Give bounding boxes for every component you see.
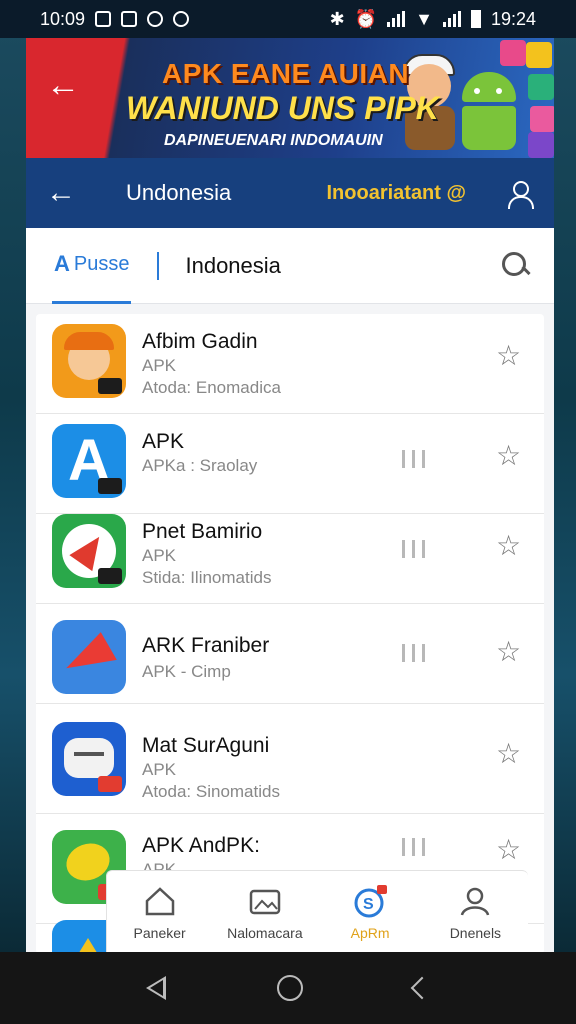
- signal-icon-2: [442, 11, 461, 27]
- app-name: Pnet Bamirio: [142, 520, 263, 543]
- chat-bot-icon: [52, 722, 126, 796]
- recents-chevron-icon[interactable]: [410, 976, 434, 1000]
- status-time-right: 19:24: [490, 8, 536, 29]
- app-detail: Atoda: Enomadica: [142, 378, 281, 397]
- decorative-tiles: [434, 38, 554, 158]
- signal-bars-icon: [402, 644, 425, 662]
- signal-bars-icon: [402, 838, 425, 856]
- list-item[interactable]: Mat SurAguni APK Atoda: Sinomatids ☆: [36, 704, 544, 814]
- search-icon[interactable]: [500, 250, 532, 282]
- nav-label: Dnenels: [449, 925, 502, 941]
- home-icon: [145, 887, 174, 916]
- app-type: APK: [142, 546, 177, 565]
- app-list: Afbim Gadin APK Atoda: Enomadica ☆ A APK…: [36, 314, 544, 954]
- divider: [157, 251, 160, 280]
- app-name: Afbim Gadin: [142, 330, 258, 353]
- star-icon[interactable]: ☆: [496, 342, 521, 370]
- app-badge: [98, 478, 122, 494]
- star-icon[interactable]: ☆: [496, 638, 521, 666]
- media-icon: [147, 11, 164, 27]
- star-icon[interactable]: ☆: [496, 836, 521, 864]
- header-tag[interactable]: Inooariatant @: [326, 182, 466, 205]
- app-logo-icon: A: [54, 251, 70, 276]
- paper-plane-icon: [52, 620, 126, 694]
- status-time-left: 10:09: [40, 8, 86, 29]
- app-name: APK AndPK:: [142, 834, 260, 857]
- list-item[interactable]: A APK APKa : Sraolay ☆: [36, 414, 544, 514]
- bluetooth-icon: ✱: [329, 8, 345, 29]
- signal-icon: [387, 11, 406, 27]
- search-bar: A Pusse: [26, 228, 554, 304]
- app-type: APK - Cimp: [142, 662, 231, 681]
- banner-line-3: DAPINEUENARI INDOMAUIN: [164, 132, 383, 149]
- nav-item-gallery[interactable]: Nalomacara: [212, 871, 317, 952]
- gallery-icon: [249, 889, 281, 915]
- nav-item-profile[interactable]: Dnenels: [423, 871, 528, 952]
- app-badge: [98, 776, 122, 792]
- app-badge: [98, 378, 122, 394]
- signal-bars-icon: [402, 450, 425, 468]
- letter-a-icon: A: [52, 424, 126, 498]
- apk-store-icon: S: [354, 885, 388, 918]
- back-arrow-icon[interactable]: ←: [46, 176, 96, 210]
- banner-line-1: APK EANE AUIAN: [162, 58, 410, 89]
- banner-line-2: WANIUND UNS PIPK: [126, 90, 439, 126]
- bottom-nav: Paneker Nalomacara S ApRm Dnenels: [106, 870, 528, 952]
- app-detail: Atoda: Sinomatids: [142, 782, 280, 801]
- list-item[interactable]: Afbim Gadin APK Atoda: Enomadica ☆: [36, 314, 544, 414]
- app-type: APK: [142, 356, 177, 375]
- app-notification-icon: [173, 11, 190, 27]
- home-circle-icon[interactable]: [276, 975, 303, 1001]
- app-detail: Stida: Ilinomatids: [142, 568, 272, 587]
- signal-bars-icon: [402, 540, 425, 558]
- app-name: Mat SurAguni: [142, 734, 270, 757]
- app-name: APK: [142, 430, 185, 453]
- alarm-icon: ⏰: [354, 8, 378, 29]
- battery-icon: [470, 10, 481, 28]
- status-left: 10:09: [40, 8, 190, 30]
- nav-label: Paneker: [133, 925, 186, 941]
- promo-banner[interactable]: ← APK EANE AUIAN WANIUND UNS PIPK DAPINE…: [26, 38, 554, 158]
- app-type: APK: [142, 760, 177, 779]
- notification-icon: [95, 11, 112, 27]
- status-right: ✱ ⏰ ▼ 19:24: [330, 9, 536, 30]
- back-arrow-icon[interactable]: ←: [46, 68, 80, 102]
- profile-icon: [461, 887, 490, 916]
- system-nav-bar: [0, 952, 576, 1024]
- background-left: [0, 30, 28, 952]
- user-icon[interactable]: [506, 179, 534, 209]
- star-icon[interactable]: ☆: [496, 442, 521, 470]
- compass-icon: [52, 514, 126, 588]
- main-content: A Pusse Afbim Gadin APK Atoda: Enomadica…: [26, 228, 554, 954]
- wifi-icon: ▼: [415, 8, 433, 29]
- back-icon[interactable]: [145, 976, 166, 1000]
- cartoon-kid-icon: [52, 324, 126, 398]
- svg-text:S: S: [363, 896, 374, 913]
- search-tab[interactable]: A Pusse: [52, 228, 132, 304]
- calendar-icon: [121, 11, 138, 27]
- list-item[interactable]: ARK Franiber APK - Cimp ☆: [36, 604, 544, 704]
- app-type: APKa : Sraolay: [142, 456, 258, 475]
- nav-item-home[interactable]: Paneker: [107, 871, 212, 952]
- app-header: ← Undonesia Inooariatant @: [26, 158, 554, 228]
- star-icon[interactable]: ☆: [496, 532, 521, 560]
- header-title: Undonesia: [126, 180, 232, 205]
- status-bar: 10:09 ✱ ⏰ ▼ 19:24: [0, 0, 576, 38]
- nav-label: Nalomacara: [227, 925, 303, 941]
- app-name: ARK Franiber: [142, 634, 270, 657]
- list-item[interactable]: Pnet Bamirio APK Stida: Ilinomatids ☆: [36, 504, 544, 604]
- star-icon[interactable]: ☆: [496, 740, 521, 768]
- search-tab-label: Pusse: [73, 252, 130, 275]
- nav-label: ApRm: [350, 925, 390, 941]
- search-input[interactable]: [185, 252, 500, 279]
- app-badge: [98, 568, 122, 584]
- nav-item-apk-store[interactable]: S ApRm: [318, 871, 423, 952]
